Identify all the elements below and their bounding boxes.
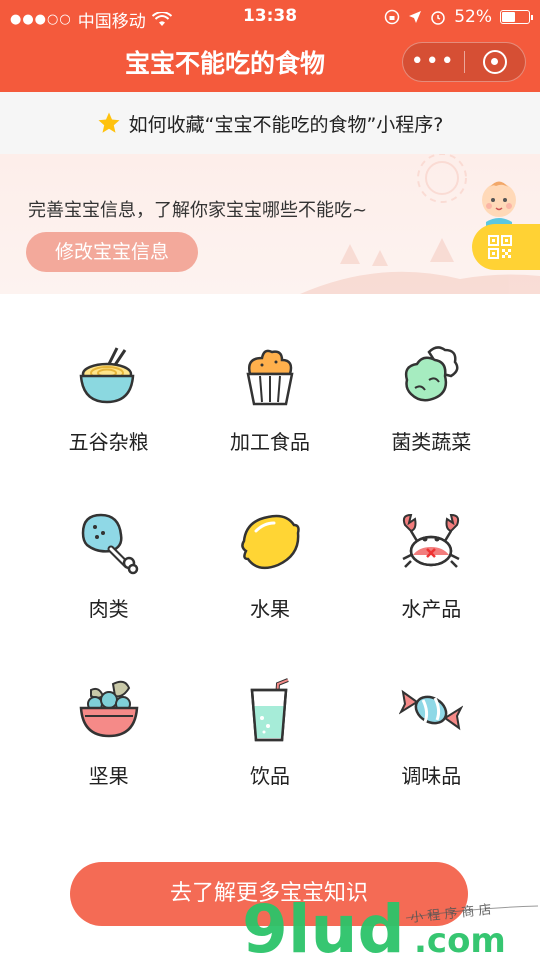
status-bar: ●●●○○ 中国移动 13:38 52%	[0, 0, 540, 34]
category-grains[interactable]: 五谷杂粮	[28, 340, 189, 455]
category-drinks[interactable]: 饮品	[189, 674, 350, 789]
category-label: 五谷杂粮	[68, 430, 149, 454]
mini-program-capsule: •••	[402, 42, 526, 82]
category-label: 坚果	[88, 764, 129, 788]
category-meat[interactable]: 肉类	[28, 507, 189, 622]
drink-cup-icon	[234, 674, 306, 746]
close-circle-icon	[482, 50, 507, 74]
qr-code-tab[interactable]	[472, 224, 540, 270]
candy-icon	[395, 674, 467, 746]
location-icon	[409, 11, 422, 23]
category-label: 水产品	[401, 597, 462, 621]
battery-fill	[502, 12, 515, 22]
close-button[interactable]	[464, 50, 525, 74]
cupcake-icon	[234, 340, 306, 412]
lemon-icon	[234, 507, 306, 579]
svg-text:.com: .com	[414, 921, 506, 960]
drumstick-icon	[73, 507, 145, 579]
crab-icon	[395, 507, 467, 579]
baby-avatar-icon	[482, 181, 516, 228]
favorite-tip-text: 如何收藏“宝宝不能吃的食物”小程序?	[128, 113, 444, 136]
banner-decoration	[300, 154, 540, 294]
battery-icon	[500, 10, 533, 24]
orientation-lock-icon	[384, 9, 400, 25]
learn-more-button[interactable]: 去了解更多宝宝知识	[70, 862, 468, 926]
status-right: 52%	[384, 7, 533, 27]
category-label: 饮品	[249, 764, 290, 788]
category-label: 调味品	[401, 764, 462, 788]
nut-bowl-icon	[73, 674, 145, 746]
qr-code-icon	[488, 235, 512, 259]
star-icon	[98, 112, 120, 133]
category-grid: 五谷杂粮 加工食品 菌类蔬菜 肉类 水果 水产品 坚果 饮品 调味品	[28, 340, 512, 789]
category-fungi-vegetables[interactable]: 菌类蔬菜	[351, 340, 512, 455]
page-title: 宝宝不能吃的食物	[124, 49, 325, 78]
category-seafood[interactable]: 水产品	[351, 507, 512, 622]
nav-bar: 宝宝不能吃的食物 •••	[0, 34, 540, 92]
more-button[interactable]: •••	[403, 42, 464, 82]
category-label: 加工食品	[229, 430, 310, 454]
category-label: 水果	[249, 597, 290, 621]
category-processed-food[interactable]: 加工食品	[189, 340, 350, 455]
battery-percent: 52%	[454, 7, 492, 27]
alarm-icon	[431, 11, 445, 25]
banner-message: 完善宝宝信息，了解你家宝宝哪些不能吃~	[28, 200, 368, 221]
category-nuts[interactable]: 坚果	[28, 674, 189, 789]
category-label: 菌类蔬菜	[391, 430, 472, 454]
category-seasoning[interactable]: 调味品	[351, 674, 512, 789]
category-label: 肉类	[88, 597, 129, 621]
cauliflower-icon	[395, 340, 467, 412]
category-fruit[interactable]: 水果	[189, 507, 350, 622]
noodle-bowl-icon	[73, 340, 145, 412]
baby-info-banner: 完善宝宝信息，了解你家宝宝哪些不能吃~ 修改宝宝信息	[0, 154, 540, 294]
favorite-tip-bar[interactable]: 如何收藏“宝宝不能吃的食物”小程序?	[0, 92, 540, 154]
edit-baby-info-button[interactable]: 修改宝宝信息	[26, 232, 198, 272]
